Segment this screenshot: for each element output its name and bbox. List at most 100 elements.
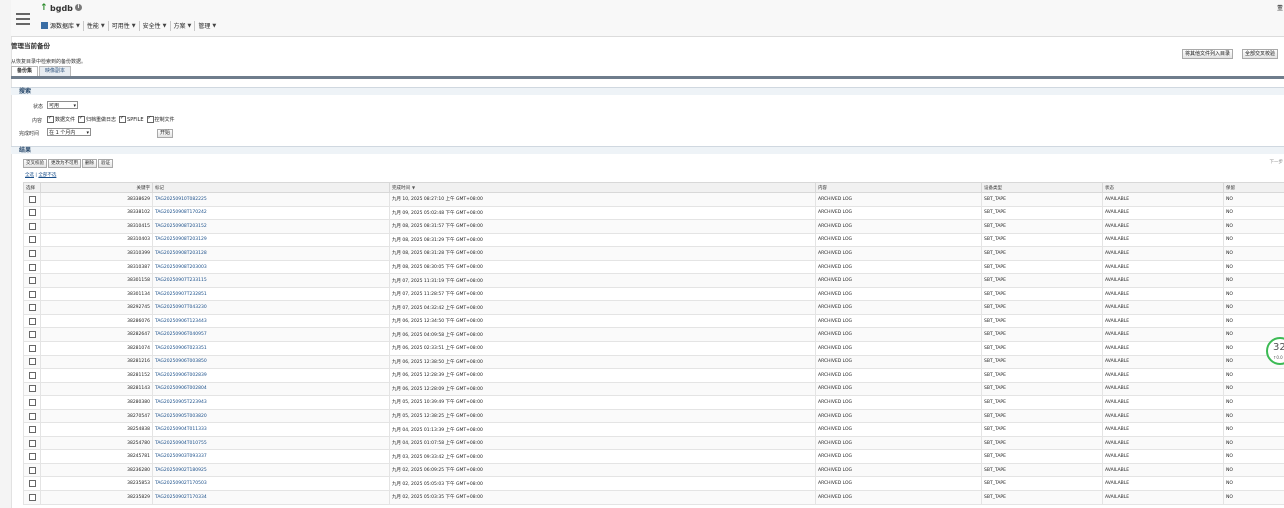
row-status: AVAILABLE xyxy=(1102,273,1224,288)
row-key: 38281216 xyxy=(40,354,153,370)
row-checkbox[interactable] xyxy=(28,317,36,325)
tag-link[interactable]: TAG20250906T123443 xyxy=(155,319,207,324)
tag-link[interactable]: TAG20250902T170334 xyxy=(155,495,207,500)
tag-link[interactable]: TAG20250908T203128 xyxy=(155,251,207,256)
tag-link[interactable]: TAG20250907T233115 xyxy=(155,278,207,283)
menu-performance[interactable]: 性能 ▼ xyxy=(84,20,109,31)
menu-oracle-database[interactable]: 源数据库 ▼ xyxy=(38,20,84,31)
row-checkbox[interactable] xyxy=(28,426,36,434)
tag-link[interactable]: TAG20250904T011333 xyxy=(155,427,207,432)
col-status[interactable]: 状态 xyxy=(1102,182,1224,193)
row-checkbox[interactable] xyxy=(28,290,36,298)
row-checkbox[interactable] xyxy=(28,480,36,488)
row-checkbox[interactable] xyxy=(28,358,36,366)
tag-link[interactable]: TAG20250905T223943 xyxy=(155,400,207,405)
tag-link[interactable]: TAG20250907T043230 xyxy=(155,305,207,310)
row-checkbox[interactable] xyxy=(28,371,36,379)
row-content: ARCHIVED LOG xyxy=(815,381,982,397)
col-content[interactable]: 内容 xyxy=(815,182,982,193)
menu-icon[interactable] xyxy=(16,13,30,26)
row-checkbox[interactable] xyxy=(28,236,36,244)
info-icon[interactable]: i xyxy=(75,4,82,11)
col-device-type[interactable]: 设备类型 xyxy=(981,182,1103,193)
row-time: 九月 08, 2025 08:31:28 下午 GMT+08:00 xyxy=(389,246,816,261)
tag-link[interactable]: TAG20250906T003850 xyxy=(155,359,207,364)
go-button[interactable]: 开始 xyxy=(157,129,174,138)
menu-administration[interactable]: 管理 ▼ xyxy=(195,21,219,31)
tag-link[interactable]: TAG20250903T093337 xyxy=(155,454,207,459)
row-checkbox[interactable] xyxy=(28,493,36,501)
tab-backup-sets[interactable]: 备份集 xyxy=(11,66,39,76)
controlfile-checkbox[interactable] xyxy=(146,115,154,123)
archivelog-label: 归档重做日志 xyxy=(86,117,117,123)
col-completion-time[interactable]: 完成时间 ▼ xyxy=(389,182,816,193)
catalog-additional-files-button[interactable]: 将其他文件列入目录 xyxy=(1182,49,1234,59)
row-select-cell xyxy=(23,300,41,315)
tag-link[interactable]: TAG20250910T082225 xyxy=(155,197,207,202)
row-checkbox[interactable] xyxy=(28,398,36,406)
row-checkbox[interactable] xyxy=(28,331,36,339)
tag-link[interactable]: TAG20250907T232851 xyxy=(155,292,207,297)
col-keep[interactable]: 保留 xyxy=(1223,182,1284,193)
row-checkbox[interactable] xyxy=(28,344,36,352)
chevron-down-icon: ▼ xyxy=(131,22,136,29)
completion-time-select[interactable]: 在 1 个月内 ▾ xyxy=(47,128,91,136)
row-checkbox[interactable] xyxy=(28,263,36,271)
row-time: 九月 02, 2025 06:09:25 下午 GMT+08:00 xyxy=(389,462,816,478)
tag-link[interactable]: TAG20250905T003820 xyxy=(155,414,207,419)
row-content: ARCHIVED LOG xyxy=(815,368,982,383)
row-checkbox[interactable] xyxy=(28,249,36,257)
table-row: 38236280 TAG20250902T180925 九月 02, 2025 06… xyxy=(23,462,1284,478)
database-name[interactable]: bgdb xyxy=(50,4,73,13)
table-row: 38310403 TAG20250908T203129 九月 08, 2025 08… xyxy=(23,232,1284,248)
tag-link[interactable]: TAG20250902T170503 xyxy=(155,481,207,486)
spfile-checkbox[interactable] xyxy=(119,115,127,123)
tag-link[interactable]: TAG20250904T010755 xyxy=(155,441,207,446)
col-tag[interactable]: 标记 xyxy=(152,182,390,193)
row-checkbox[interactable] xyxy=(28,277,36,285)
tab-bar: 备份集 映像副本 xyxy=(11,66,72,76)
row-status: AVAILABLE xyxy=(1102,300,1224,315)
menu-security[interactable]: 安全性 ▼ xyxy=(140,20,171,31)
row-checkbox[interactable] xyxy=(28,385,36,393)
next-page-link[interactable]: 下一步 xyxy=(1270,159,1284,165)
crosscheck-all-button[interactable]: 全部交叉校验 xyxy=(1242,49,1279,59)
tag-link[interactable]: TAG20250908T203152 xyxy=(155,224,207,229)
row-select-cell xyxy=(23,354,41,370)
tag-link[interactable]: TAG20250906T023351 xyxy=(155,346,207,351)
row-keep: NO xyxy=(1223,273,1284,288)
row-checkbox[interactable] xyxy=(28,439,36,447)
tag-link[interactable]: TAG20250906T002839 xyxy=(155,373,207,378)
tag-link[interactable]: TAG20250906T040957 xyxy=(155,332,207,337)
tag-link[interactable]: TAG20250908T170242 xyxy=(155,210,207,215)
user-menu[interactable]: 董 xyxy=(1277,3,1283,12)
row-checkbox[interactable] xyxy=(28,195,36,203)
tab-image-copies[interactable]: 映像副本 xyxy=(39,66,72,76)
row-checkbox[interactable] xyxy=(28,412,36,420)
tag-link[interactable]: TAG20250902T180925 xyxy=(155,468,207,473)
delete-button[interactable]: 删除 xyxy=(82,159,97,168)
archivelog-checkbox[interactable] xyxy=(78,115,86,123)
row-content: ARCHIVED LOG xyxy=(815,246,982,261)
crosscheck-button[interactable]: 交叉校验 xyxy=(23,159,47,168)
row-checkbox[interactable] xyxy=(28,222,36,230)
tag-link[interactable]: TAG20250906T002804 xyxy=(155,386,207,391)
col-select: 选择 xyxy=(23,182,41,193)
select-all-link[interactable]: 全选 xyxy=(25,173,34,178)
tag-link[interactable]: TAG20250908T203129 xyxy=(155,237,207,242)
row-checkbox[interactable] xyxy=(28,304,36,312)
row-time: 九月 08, 2025 08:30:05 下午 GMT+08:00 xyxy=(389,259,816,275)
validate-button[interactable]: 验证 xyxy=(98,159,113,168)
status-select[interactable]: 可用 ▾ xyxy=(47,101,78,109)
change-unavailable-button[interactable]: 更改为不可用 xyxy=(48,159,81,168)
tag-link[interactable]: TAG20250908T203003 xyxy=(155,265,207,270)
row-key: 38286076 xyxy=(40,313,153,329)
datafile-checkbox[interactable] xyxy=(47,115,54,123)
row-checkbox[interactable] xyxy=(28,209,36,217)
col-key[interactable]: 关键字 xyxy=(40,182,153,193)
select-none-link[interactable]: 全部不选 xyxy=(38,173,56,178)
row-checkbox[interactable] xyxy=(28,466,36,474)
row-checkbox[interactable] xyxy=(28,453,36,461)
menu-availability[interactable]: 可用性 ▼ xyxy=(109,20,140,31)
menu-schema[interactable]: 方案 ▼ xyxy=(171,20,196,31)
